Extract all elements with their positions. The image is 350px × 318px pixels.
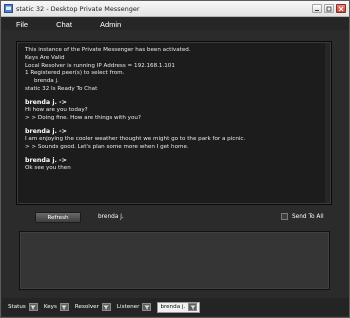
menu-file[interactable]: File bbox=[16, 20, 28, 29]
chat-sender: brenda j. -> bbox=[25, 127, 67, 135]
status-bar: Status Keys Resolver Listener brenda j. bbox=[2, 298, 349, 316]
filter-icon[interactable] bbox=[28, 303, 38, 311]
chat-sender: brenda j. -> bbox=[25, 156, 67, 164]
status-item-label: Status bbox=[8, 304, 26, 310]
minimize-icon bbox=[315, 9, 319, 11]
status-item-resolver[interactable]: Resolver bbox=[75, 303, 111, 311]
maximize-icon bbox=[326, 6, 332, 11]
minimize-button[interactable] bbox=[312, 4, 322, 13]
send-to-all-label: Send To All bbox=[292, 213, 324, 220]
window-title: static 32 - Desktop Private Messenger bbox=[16, 4, 140, 13]
chat-history-panel[interactable]: This instance of the Private Messenger h… bbox=[16, 41, 332, 205]
menu-bar: File Chat Admin bbox=[2, 18, 349, 30]
status-item-label: Resolver bbox=[74, 304, 99, 310]
system-message: This instance of the Private Messenger h… bbox=[25, 47, 191, 53]
send-to-all-checkbox[interactable] bbox=[281, 213, 288, 220]
chat-message: > > Doing fine. How are things with you? bbox=[25, 115, 141, 122]
chat-message: Ok see you then bbox=[25, 165, 71, 172]
status-item-keys[interactable]: Keys bbox=[44, 303, 69, 311]
maximize-button[interactable] bbox=[324, 4, 334, 13]
refresh-button[interactable]: Refresh bbox=[35, 212, 81, 223]
status-item-listener[interactable]: Listener bbox=[117, 303, 152, 311]
chat-scrollbar[interactable] bbox=[325, 43, 330, 203]
system-message: Local Resolver is running IP Address = 1… bbox=[25, 62, 175, 69]
filter-icon[interactable] bbox=[188, 303, 198, 311]
filter-icon[interactable] bbox=[101, 303, 111, 311]
status-item-brenda-j[interactable]: brenda j. bbox=[157, 301, 201, 313]
system-message: brenda j. bbox=[34, 78, 59, 85]
status-item-status[interactable]: Status bbox=[8, 303, 38, 311]
filter-icon[interactable] bbox=[142, 303, 152, 311]
menu-chat[interactable]: Chat bbox=[56, 20, 72, 29]
chat-sender: brenda j. -> bbox=[25, 98, 67, 106]
chat-log: This instance of the Private Messenger h… bbox=[25, 47, 325, 173]
chat-message: > > Sounds good. Let's plan some more wh… bbox=[25, 144, 189, 151]
filter-icon[interactable] bbox=[59, 303, 69, 311]
title-bar[interactable]: static 32 - Desktop Private Messenger bbox=[1, 1, 349, 17]
status-item-label: Listener bbox=[116, 304, 140, 310]
app-icon bbox=[4, 4, 13, 13]
system-message: 1 Registered peer(s) to select from. bbox=[25, 70, 125, 77]
selected-peer-label: brenda j. bbox=[98, 214, 124, 220]
chat-message: Hi how are you today? bbox=[25, 107, 88, 114]
chat-controls: Refresh brenda j. Send To All bbox=[16, 210, 332, 224]
messenger-window: static 32 - Desktop Private Messenger Fi… bbox=[0, 0, 350, 318]
status-item-label: brenda j. bbox=[160, 304, 186, 310]
send-to-all-toggle[interactable]: Send To All bbox=[281, 213, 324, 220]
close-icon bbox=[338, 6, 344, 11]
close-button[interactable] bbox=[336, 4, 346, 13]
window-controls bbox=[312, 4, 346, 13]
message-input[interactable] bbox=[19, 231, 330, 290]
system-message: Keys Are Valid bbox=[25, 54, 65, 61]
chat-message: I am enjoying the cooler weather thought… bbox=[25, 136, 246, 143]
menu-admin[interactable]: Admin bbox=[100, 20, 121, 29]
system-message: static 32 Is Ready To Chat bbox=[25, 85, 98, 92]
status-item-label: Keys bbox=[43, 304, 57, 310]
